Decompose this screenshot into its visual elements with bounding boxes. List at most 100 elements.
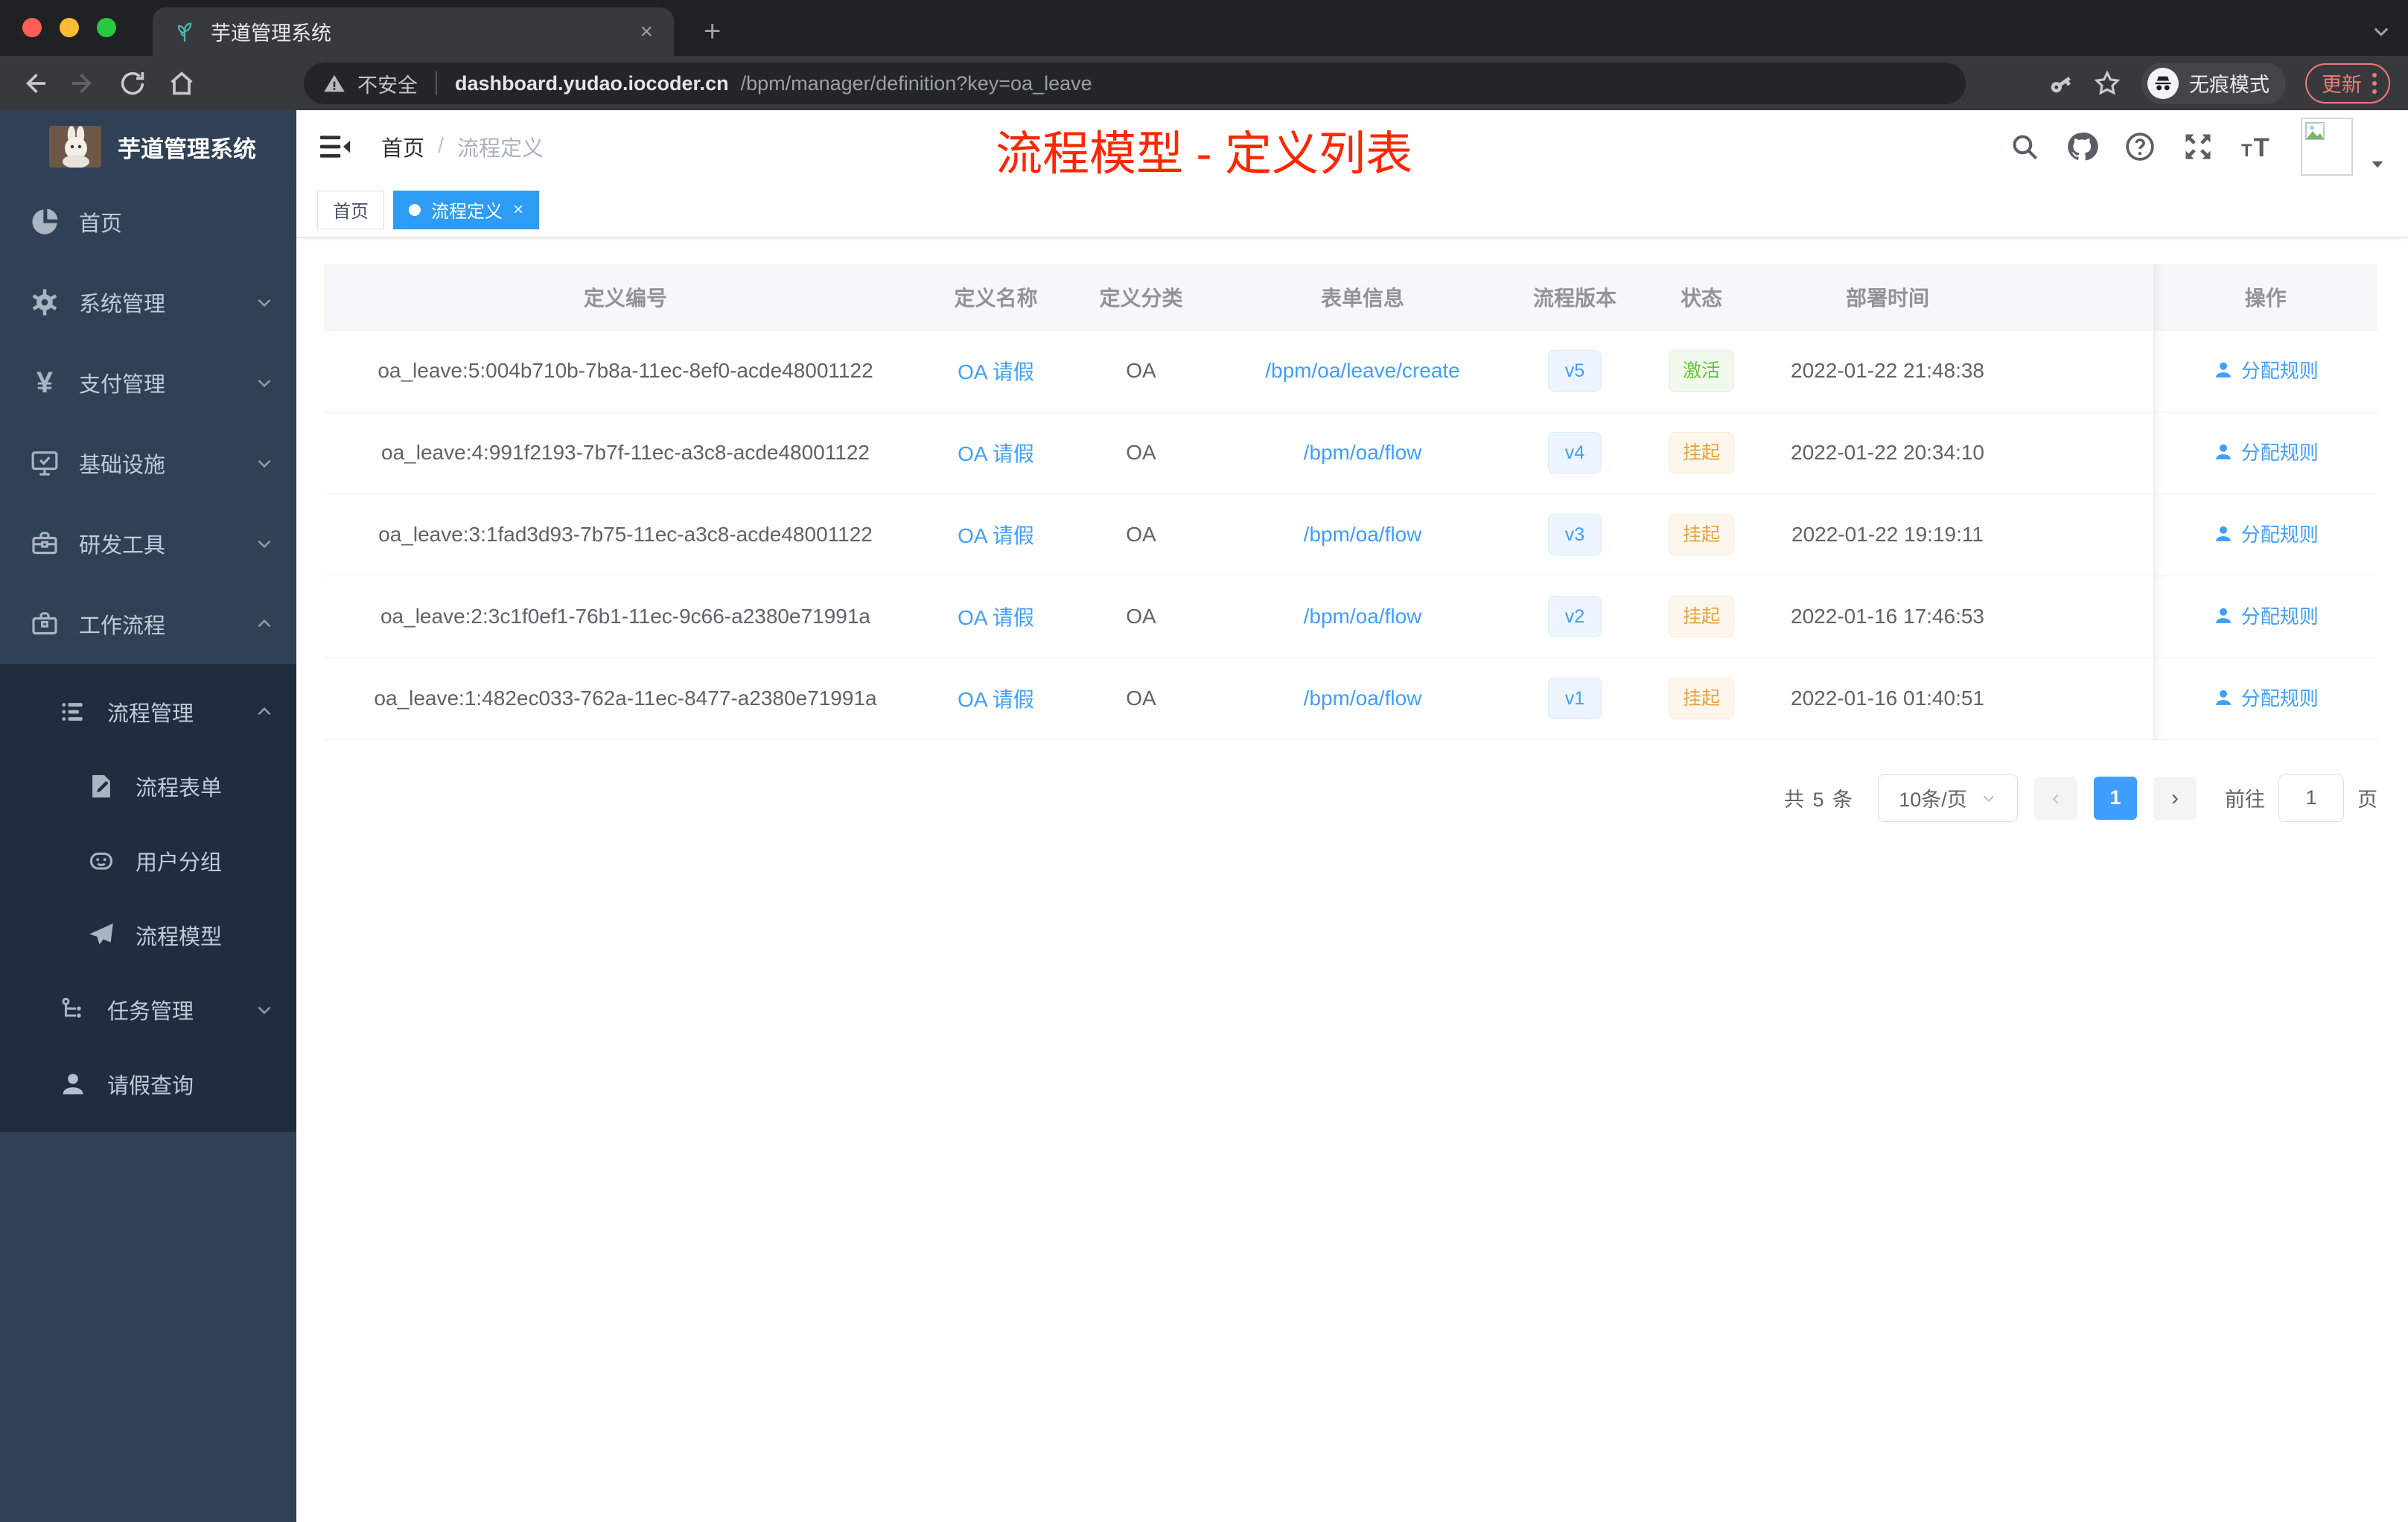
deploy-time-cell: 2022-01-16 01:40:51 <box>1761 657 2014 740</box>
chevron-down-icon <box>255 293 274 312</box>
sidebar-item-process-management[interactable]: 流程管理 <box>0 675 296 749</box>
definition-name-link[interactable]: OA 请假 <box>958 688 1034 711</box>
col-deploy-time: 部署时间 <box>1761 264 2014 331</box>
sidebar-item-process-form[interactable]: 流程表单 <box>0 749 296 824</box>
page-size-select[interactable]: 10条/页 <box>1878 774 2018 822</box>
current-page-button[interactable]: 1 <box>2094 776 2137 820</box>
goto-page-input[interactable] <box>2278 774 2344 822</box>
tab-close-icon[interactable]: × <box>640 20 653 43</box>
definition-name-link[interactable]: OA 请假 <box>958 606 1034 629</box>
sidebar-collapse-icon[interactable] <box>319 133 351 161</box>
definition-name-link[interactable]: OA 请假 <box>958 360 1034 383</box>
deploy-time-cell: 2022-01-22 20:34:10 <box>1761 412 2014 494</box>
tag-process-definition[interactable]: 流程定义 × <box>393 190 540 229</box>
gear-icon <box>28 287 61 317</box>
user-icon <box>2215 526 2231 541</box>
user-icon <box>57 1070 89 1098</box>
sidebar-item-task-management[interactable]: 任务管理 <box>0 972 296 1047</box>
sidebar-item-process-model[interactable]: 流程模型 <box>0 898 296 972</box>
toolbar-right: 无痕模式 更新 <box>2045 56 2408 110</box>
help-icon[interactable] <box>2124 130 2156 163</box>
monitor-icon <box>28 448 61 478</box>
deploy-time-cell: 2022-01-22 19:19:11 <box>1761 494 2014 576</box>
sidebar-item-workflow[interactable]: 工作流程 <box>0 584 296 664</box>
version-tag[interactable]: v5 <box>1548 350 1602 392</box>
chevron-up-icon <box>255 614 274 634</box>
window-minimize-button[interactable] <box>60 18 79 37</box>
password-key-icon[interactable] <box>2045 69 2073 98</box>
window-zoom-button[interactable] <box>97 18 116 37</box>
form-info-link[interactable]: /bpm/oa/flow <box>1304 605 1422 628</box>
version-tag[interactable]: v2 <box>1548 596 1602 637</box>
warning-triangle-icon[interactable] <box>323 72 345 95</box>
version-tag[interactable]: v1 <box>1548 678 1602 719</box>
font-size-icon[interactable]: TT <box>2240 130 2275 163</box>
form-info-link[interactable]: /bpm/oa/flow <box>1304 441 1422 464</box>
robot-face-icon <box>85 847 118 875</box>
reload-icon[interactable] <box>118 69 147 98</box>
assign-rule-link[interactable]: 分配规则 <box>2213 602 2319 629</box>
security-label[interactable]: 不安全 <box>357 69 418 98</box>
tag-close-icon[interactable]: × <box>513 200 523 220</box>
spacer-cell <box>2014 657 2153 740</box>
sidebar-item-home[interactable]: 首页 <box>0 182 296 262</box>
version-tag[interactable]: v4 <box>1548 432 1602 474</box>
assign-rule-link[interactable]: 分配规则 <box>2213 438 2319 465</box>
sidebar-item-infrastructure[interactable]: 基础设施 <box>0 423 296 503</box>
definition-name-link[interactable]: OA 请假 <box>958 442 1034 465</box>
sidebar-item-system[interactable]: 系统管理 <box>0 262 296 343</box>
pagination: 共 5 条 10条/页 ‹ 1 › 前往 页 <box>324 774 2377 822</box>
search-icon[interactable] <box>2009 131 2040 162</box>
breadcrumb-home[interactable]: 首页 <box>381 131 424 162</box>
home-icon[interactable] <box>167 69 197 98</box>
definition-table: 定义编号 定义名称 定义分类 表单信息 流程版本 状态 部署时间 操作 oa_l… <box>324 264 2377 740</box>
bookmark-star-icon[interactable] <box>2092 69 2122 98</box>
next-page-button[interactable]: › <box>2153 776 2197 820</box>
active-tag-dot <box>409 203 421 216</box>
chevron-down-icon <box>255 1000 274 1019</box>
browser-tab[interactable]: 芋道管理系统 × <box>153 7 674 56</box>
table-row: oa_leave:2:3c1f0ef1-76b1-11ec-9c66-a2380… <box>324 576 2377 658</box>
definition-name-link[interactable]: OA 请假 <box>958 524 1034 547</box>
tab-search-chevron-icon[interactable] <box>2371 21 2392 42</box>
form-info-link[interactable]: /bpm/oa/flow <box>1304 687 1422 710</box>
deploy-time-cell: 2022-01-16 17:46:53 <box>1761 576 2014 658</box>
form-info-link[interactable]: /bpm/oa/flow <box>1304 523 1422 546</box>
url-domain[interactable]: dashboard.yudao.iocoder.cn <box>455 72 729 95</box>
back-icon[interactable] <box>19 69 49 98</box>
col-process-version: 流程版本 <box>1508 264 1642 331</box>
incognito-badge[interactable]: 无痕模式 <box>2141 62 2286 104</box>
avatar[interactable] <box>2301 117 2353 176</box>
assign-rule-link[interactable]: 分配规则 <box>2213 684 2319 711</box>
col-definition-id: 定义编号 <box>324 264 927 331</box>
sidebar-item-user-group[interactable]: 用户分组 <box>0 824 296 898</box>
window-controls[interactable] <box>22 18 116 37</box>
prev-page-button[interactable]: ‹ <box>2034 776 2077 820</box>
sidebar-item-devtools[interactable]: 研发工具 <box>0 503 296 584</box>
new-tab-button[interactable]: + <box>704 16 721 46</box>
github-icon[interactable] <box>2065 130 2098 163</box>
form-info-link[interactable]: /bpm/oa/leave/create <box>1265 359 1460 382</box>
tag-home[interactable]: 首页 <box>317 190 384 229</box>
sidebar-item-leave-query[interactable]: 请假查询 <box>0 1047 296 1121</box>
forward-icon[interactable] <box>69 69 98 98</box>
favicon-plant-icon <box>173 21 196 43</box>
fullscreen-icon[interactable] <box>2182 130 2214 163</box>
assign-rule-link[interactable]: 分配规则 <box>2213 356 2319 383</box>
col-definition-name: 定义名称 <box>927 264 1065 331</box>
url-bar[interactable]: 不安全 dashboard.yudao.iocoder.cn/bpm/manag… <box>304 63 1966 104</box>
toolbox-icon <box>28 529 61 558</box>
sidebar-logo[interactable]: 芋道管理系统 <box>0 110 296 182</box>
window-close-button[interactable] <box>22 18 42 37</box>
version-tag[interactable]: v3 <box>1548 514 1602 555</box>
definition-id-cell: oa_leave:2:3c1f0ef1-76b1-11ec-9c66-a2380… <box>324 576 927 658</box>
url-path[interactable]: /bpm/manager/definition?key=oa_leave <box>741 72 1092 95</box>
org-tree-icon <box>57 996 89 1024</box>
sidebar-item-payment[interactable]: ¥ 支付管理 <box>0 343 296 423</box>
goto-label: 前往 <box>2225 789 2265 811</box>
logo-rabbit-image <box>49 126 101 168</box>
assign-rule-link[interactable]: 分配规则 <box>2213 520 2319 547</box>
browser-update-menu-button[interactable]: 更新 <box>2305 63 2390 104</box>
chevron-down-icon <box>255 453 274 473</box>
caret-down-icon[interactable] <box>2368 155 2387 174</box>
